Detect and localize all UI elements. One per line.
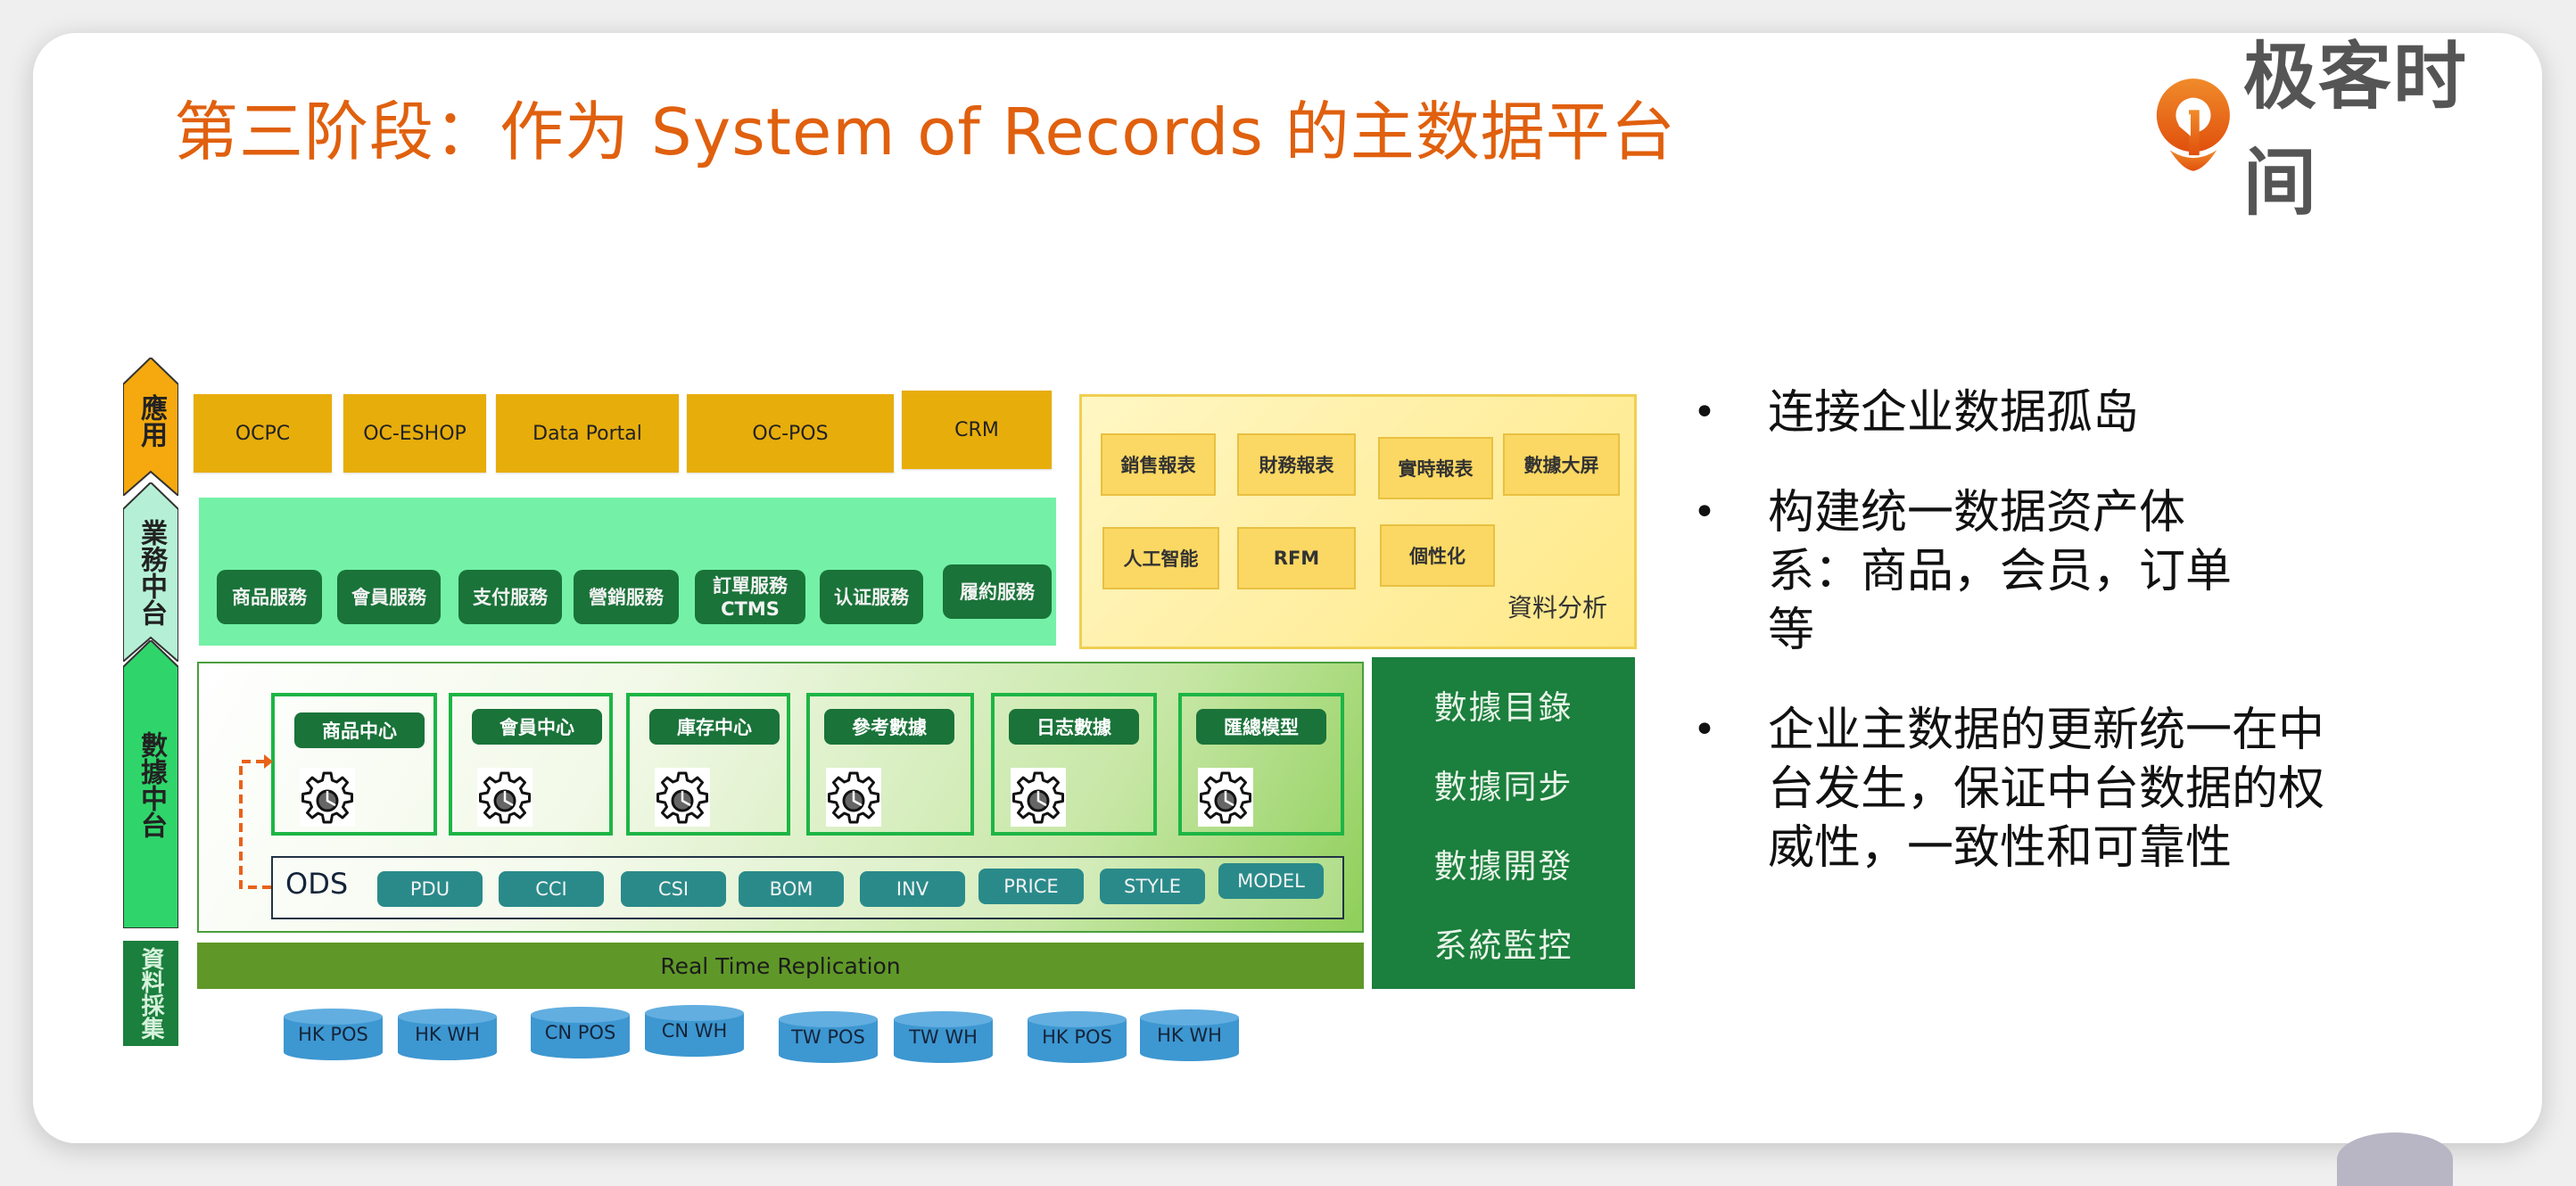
database-cylinder: TW POS — [777, 1010, 879, 1064]
gear-chart-icon — [477, 768, 533, 827]
data-center-title: 日志數據 — [1009, 709, 1139, 745]
ods-chip: STYLE — [1100, 869, 1205, 904]
database-label: HK POS — [298, 1024, 368, 1045]
data-center-box: 參考數據 — [806, 693, 974, 836]
database-label: CN POS — [544, 1022, 616, 1043]
bullet-text: 连接企业数据孤岛 — [1768, 386, 2140, 440]
stage-data-platform: 數據中台 — [123, 640, 178, 928]
gear-chart-icon — [300, 768, 355, 827]
ods-chip: CCI — [499, 871, 604, 907]
gear-chart-icon — [1011, 768, 1066, 827]
data-center-box: 商品中心 — [271, 693, 437, 836]
gear-chart-icon — [1198, 768, 1253, 827]
data-management-panel: 數據目錄 數據同步 數據開發 系統監控 — [1372, 657, 1635, 989]
analysis-item: 實時報表 — [1378, 437, 1493, 499]
ods-chip: PRICE — [978, 869, 1084, 904]
data-center-box: 庫存中心 — [626, 693, 790, 836]
service-box: 會員服務 — [337, 570, 441, 624]
service-box: 訂單服務 CTMS — [695, 570, 805, 624]
bullet-item: • 企业主数据的更新统一在中台发生，保证中台数据的权威性，一致性和可靠性 — [1686, 701, 2339, 877]
bullet-dot: • — [1693, 490, 1716, 535]
service-box: 履約服務 — [943, 564, 1052, 619]
slide-title: 第三阶段：作为 System of Records 的主数据平台 — [174, 95, 1676, 169]
data-center-title: 會員中心 — [472, 709, 602, 745]
ods-chip: INV — [860, 871, 965, 907]
ods-chip: PDU — [377, 871, 483, 907]
data-center-box: 會員中心 — [449, 693, 613, 836]
bullet-text: 企业主数据的更新统一在中台发生，保证中台数据的权威性，一致性和可靠性 — [1768, 704, 2325, 875]
real-time-replication-bar: Real Time Replication — [197, 943, 1364, 989]
overlay-control-edge — [2337, 1132, 2453, 1186]
database-cylinder: HK POS — [282, 1008, 384, 1061]
gear-chart-icon — [826, 768, 881, 827]
database-cylinder: CN WH — [643, 1004, 746, 1058]
bullet-text: 构建统一数据资产体系：商品，会员，订单等 — [1768, 486, 2233, 657]
analysis-item: 個性化 — [1380, 524, 1495, 587]
database-label: HK WH — [1157, 1025, 1222, 1046]
bullet-item: • 构建统一数据资产体系：商品，会员，订单等 — [1686, 483, 2267, 660]
database-label: TW WH — [909, 1026, 978, 1048]
ods-chip: MODEL — [1218, 863, 1324, 899]
data-center-title: 商品中心 — [294, 712, 425, 748]
app-box: OC-ESHOP — [343, 394, 486, 473]
data-center-box: 匯總模型 — [1178, 693, 1344, 836]
app-box: OC-POS — [687, 394, 894, 473]
management-item: 數據目錄 — [1433, 688, 1573, 727]
ods-chip: CSI — [621, 871, 726, 907]
geekbang-logo-icon — [2156, 78, 2230, 171]
stage-data-collection: 資料採集 — [123, 941, 178, 1046]
data-center-title: 參考數據 — [824, 709, 954, 745]
stage-business-platform: 業務中台 — [123, 482, 178, 662]
dashed-flow-arrow — [239, 754, 273, 889]
database-label: HK WH — [415, 1024, 480, 1045]
management-item: 數據開發 — [1433, 846, 1573, 885]
stage-application: 應用 — [123, 358, 178, 496]
database-cylinder: HK POS — [1026, 1010, 1128, 1064]
data-center-title: 庫存中心 — [649, 709, 780, 745]
analysis-item: 銷售報表 — [1101, 433, 1216, 496]
app-box: CRM — [902, 391, 1052, 469]
analysis-item: 數據大屏 — [1503, 433, 1620, 496]
gear-chart-icon — [655, 768, 710, 827]
data-center-box: 日志數據 — [991, 693, 1157, 836]
brand-logo: 极客时间 — [2152, 35, 2536, 226]
database-cylinder: HK WH — [1138, 1009, 1241, 1062]
management-item: 數據同步 — [1433, 767, 1573, 806]
database-cylinder: CN POS — [529, 1006, 632, 1059]
ods-label: ODS — [285, 867, 349, 901]
database-cylinder: HK WH — [396, 1008, 499, 1061]
bullet-item: • 连接企业数据孤岛 — [1686, 383, 2399, 442]
database-label: TW POS — [791, 1026, 865, 1048]
database-cylinder: TW WH — [892, 1010, 995, 1064]
service-box: 商品服務 — [217, 570, 322, 624]
bullet-dot: • — [1693, 707, 1716, 753]
bullet-dot: • — [1693, 390, 1716, 435]
app-box: Data Portal — [496, 394, 679, 473]
ods-chip: BOM — [739, 871, 844, 907]
service-box: 營銷服務 — [574, 570, 679, 624]
logo-text: 极客时间 — [2242, 35, 2468, 226]
data-center-title: 匯總模型 — [1196, 709, 1326, 745]
analysis-item: 財務報表 — [1237, 433, 1356, 496]
analysis-item: 人工智能 — [1102, 527, 1219, 589]
analysis-item: RFM — [1237, 527, 1356, 589]
analysis-label: 資料分析 — [1507, 593, 1608, 622]
service-box: 支付服務 — [458, 570, 562, 624]
management-item: 系統監控 — [1433, 926, 1573, 965]
app-box: OCPC — [194, 394, 332, 473]
service-box: 认证服務 — [820, 570, 923, 624]
bullet-list: • 连接企业数据孤岛 • 构建统一数据资产体系：商品，会员，订单等 • 企业主数… — [1686, 383, 2399, 918]
database-label: HK POS — [1042, 1026, 1112, 1048]
database-label: CN WH — [661, 1020, 728, 1042]
